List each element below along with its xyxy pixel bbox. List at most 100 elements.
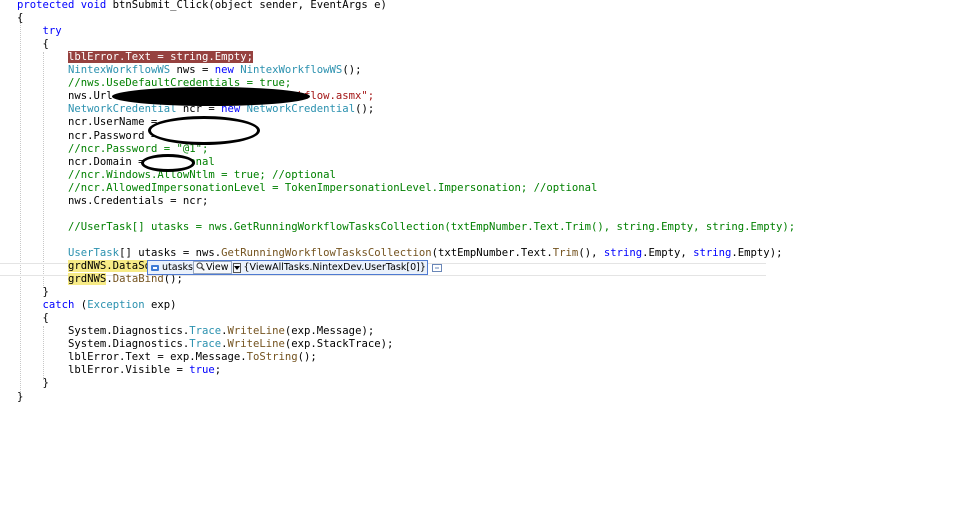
- code-token: WriteLine: [227, 338, 285, 351]
- code-line[interactable]: lblError.Text = string.Empty;: [17, 51, 253, 64]
- code-token: ncr.Password =: [17, 129, 164, 142]
- code-line[interactable]: }: [17, 391, 23, 404]
- code-token: GetRunningWorkflowTasksCollection: [221, 246, 432, 259]
- code-token: System.Diagnostics.: [17, 338, 190, 351]
- expand-icon[interactable]: [431, 263, 442, 272]
- code-line[interactable]: ncr.UserName =: [17, 116, 164, 129]
- code-line[interactable]: nws.Credentials = ncr;: [17, 195, 208, 208]
- code-line[interactable]: {: [17, 312, 49, 325]
- code-token: (),: [578, 246, 604, 259]
- code-token: //ncr.Windows.AllowNtlm = true; //option…: [68, 168, 336, 181]
- code-token: NintexWorkflowWS: [240, 64, 343, 77]
- code-line[interactable]: ncr.Password =: [17, 130, 164, 143]
- code-token: }: [17, 286, 49, 299]
- debugger-datatip[interactable]: utasks View {ViewAllTasks.NintexDev.User…: [147, 260, 442, 275]
- code-token: System.Diagnostics.: [17, 325, 190, 338]
- code-token: //ncr.AllowedImpersonationLevel = TokenI…: [68, 181, 598, 194]
- redaction-password: [148, 116, 260, 145]
- code-token: (exp.StackTrace);: [284, 338, 394, 351]
- code-token: }: [17, 377, 49, 390]
- code-token: string: [603, 246, 643, 259]
- visualizer-label: View: [205, 262, 229, 273]
- code-token: catch: [42, 299, 81, 312]
- code-token: .Empty);: [731, 246, 783, 259]
- visualizer-button[interactable]: View: [192, 261, 232, 274]
- code-line[interactable]: //UserTask[] utasks = nws.GetRunningWork…: [17, 221, 795, 234]
- code-line[interactable]: //ncr.Password = "@1";: [17, 143, 208, 156]
- code-token: ();: [342, 64, 362, 77]
- code-editor[interactable]: protected void btnSubmit_Click(object se…: [0, 0, 962, 512]
- code-line[interactable]: protected void btnSubmit_Click(object se…: [17, 0, 387, 12]
- code-token: nws =: [170, 64, 215, 77]
- code-token: ();: [297, 351, 317, 364]
- code-line[interactable]: System.Diagnostics.Trace.WriteLine(exp.S…: [17, 338, 393, 351]
- code-line[interactable]: try: [17, 25, 62, 38]
- code-token: try: [42, 25, 62, 38]
- code-token: void: [80, 0, 113, 11]
- code-line[interactable]: }: [17, 377, 49, 390]
- code-token: Trace: [189, 325, 222, 338]
- code-token: //UserTask[] utasks = nws.GetRunningWork…: [68, 220, 796, 233]
- code-token: {: [17, 38, 49, 51]
- datatip-variable-name: utasks: [162, 262, 193, 273]
- redaction-domain: [141, 154, 195, 172]
- chevron-down-icon: [233, 262, 240, 273]
- code-token: lblError.Visible =: [17, 364, 190, 377]
- code-token: UserTask: [68, 246, 120, 259]
- breakpoint-statement: lblError.Text = string.Empty;: [68, 51, 253, 64]
- code-token: (exp.Message);: [284, 325, 375, 338]
- code-line[interactable]: UserTask[] utasks = nws.GetRunningWorkfl…: [17, 247, 782, 260]
- code-token: {: [17, 12, 24, 25]
- code-token: WriteLine: [227, 325, 285, 338]
- code-token: nws.Credentials = ncr;: [17, 194, 209, 207]
- code-token: true: [189, 364, 215, 377]
- variable-icon: [150, 262, 160, 273]
- code-token: NetworkCredential: [246, 103, 356, 116]
- code-line[interactable]: {: [17, 38, 49, 51]
- code-line[interactable]: grdNWS.DataSou: [17, 260, 158, 273]
- code-token: Trace: [189, 338, 222, 351]
- code-token: new: [214, 64, 241, 77]
- code-token: lblError.Text = exp.Message.: [17, 351, 247, 364]
- code-token: [] utasks = nws.: [119, 246, 222, 259]
- current-statement: grdNWS.DataSou: [68, 260, 158, 272]
- code-token: ncr.UserName =: [17, 116, 164, 129]
- code-token: (txtEmpNumber.Text.: [431, 246, 553, 259]
- magnifier-icon: [196, 262, 205, 274]
- code-line[interactable]: lblError.Text = exp.Message.ToString();: [17, 351, 317, 364]
- redaction-url: [112, 87, 310, 106]
- code-token: ();: [355, 103, 375, 116]
- code-token: ncr.Domain =: [17, 155, 151, 168]
- code-token: ToString: [246, 351, 298, 364]
- visualizer-dropdown[interactable]: [232, 262, 241, 273]
- code-token: .Empty,: [642, 246, 694, 259]
- code-token: Exception: [87, 299, 145, 312]
- code-token: ;: [214, 364, 222, 377]
- code-line[interactable]: }: [17, 286, 49, 299]
- code-line[interactable]: catch (Exception exp): [17, 299, 177, 312]
- code-token: {: [17, 312, 49, 325]
- code-line[interactable]: //ncr.AllowedImpersonationLevel = TokenI…: [17, 182, 597, 195]
- code-token: string: [693, 246, 732, 259]
- datatip-value: {ViewAllTasks.NintexDev.UserTask[0]}: [243, 262, 426, 273]
- code-line[interactable]: System.Diagnostics.Trace.WriteLine(exp.M…: [17, 325, 374, 338]
- code-line[interactable]: lblError.Visible = true;: [17, 364, 221, 377]
- code-token: btnSubmit_Click(object sender, EventArgs…: [112, 0, 387, 11]
- code-token: protected: [17, 0, 81, 11]
- current-statement: grdNWS: [68, 273, 107, 286]
- code-line[interactable]: {: [17, 12, 23, 25]
- code-line[interactable]: NintexWorkflowWS nws = new NintexWorkflo…: [17, 64, 361, 77]
